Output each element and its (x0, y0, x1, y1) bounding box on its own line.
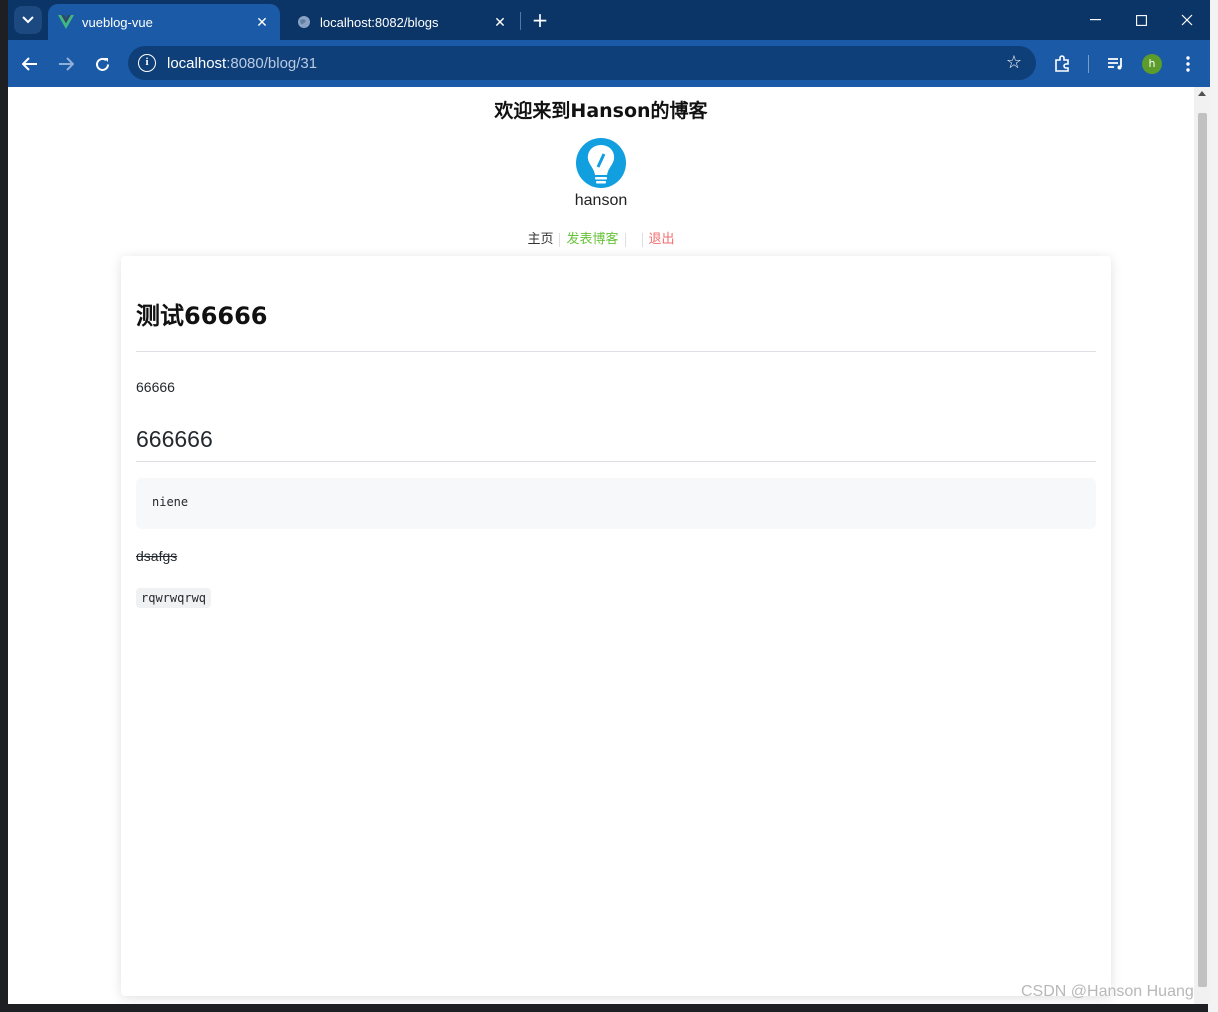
maximize-icon (1135, 14, 1147, 26)
arrow-left-icon (22, 57, 37, 71)
scrollbar-thumb[interactable] (1198, 113, 1207, 987)
username: hanson (574, 192, 628, 209)
more-vertical-icon (1186, 56, 1190, 72)
close-icon (1181, 14, 1193, 26)
strikethrough-text: dsafgs (136, 548, 178, 564)
extensions-button[interactable] (1048, 50, 1076, 78)
blog-detail-card: 测试66666 66666 666666 niene dsafgs rqwrwq… (121, 256, 1111, 996)
inline-code: rqwrwqrwq (136, 588, 212, 608)
nav-divider (624, 232, 626, 247)
page-viewport: 欢迎来到Hanson的博客 hanson 主页 发表博客 退出 测试66666 66… (8, 87, 1210, 1004)
new-tab-button[interactable]: + (528, 8, 552, 32)
vue-logo-icon (58, 14, 74, 30)
close-icon[interactable]: ✕ (254, 14, 270, 31)
arrow-right-icon (59, 57, 74, 71)
code-block-text: niene (152, 495, 189, 509)
forward-button[interactable] (52, 50, 80, 78)
globe-icon (296, 14, 312, 30)
tab-title: vueblog-vue (82, 14, 153, 30)
profile-avatar[interactable]: h (1142, 54, 1162, 74)
tab-search-button[interactable] (14, 6, 42, 34)
browser-menu-button[interactable] (1174, 50, 1202, 78)
maximize-button[interactable] (1118, 0, 1164, 40)
reading-list-button[interactable] (1102, 50, 1130, 78)
scroll-up-arrow-icon[interactable] (1198, 91, 1206, 96)
tab-title: localhost:8082/blogs (320, 14, 439, 30)
reload-icon (95, 57, 109, 71)
nav-logout-link[interactable]: 退出 (643, 228, 681, 247)
site-nav: 主页 发表博客 退出 (8, 228, 1194, 247)
url-text: localhost:8080/blog/31 (167, 55, 317, 72)
post-heading: 666666 (136, 426, 213, 452)
url-host: localhost (167, 54, 227, 72)
nav-publish-link[interactable]: 发表博客 (560, 228, 624, 247)
info-icon[interactable]: i (138, 54, 156, 72)
browser-window: vueblog-vue ✕ localhost:8082/blogs ✕ + i… (8, 0, 1210, 1004)
tab-blogs[interactable]: localhost:8082/blogs ✕ (286, 4, 518, 40)
heading-divider (136, 461, 1096, 462)
window-close-button[interactable] (1164, 0, 1210, 40)
back-button[interactable] (16, 50, 44, 78)
site-title: 欢迎来到Hanson的博客 (494, 100, 708, 122)
tab-divider (520, 12, 521, 30)
tab-vueblog[interactable]: vueblog-vue ✕ (48, 4, 280, 40)
address-bar[interactable]: i localhost:8080/blog/31 ☆ (128, 46, 1036, 80)
url-path: :8080/blog/31 (226, 54, 318, 72)
minimize-icon (1089, 19, 1101, 21)
site-logo[interactable] (575, 137, 627, 189)
nav-home-link[interactable]: 主页 (521, 228, 559, 247)
post-title: 测试66666 (136, 302, 268, 330)
lightbulb-icon (576, 138, 626, 188)
code-block: niene (136, 478, 1096, 529)
reload-button[interactable] (88, 50, 116, 78)
playlist-icon (1108, 58, 1122, 70)
vertical-scrollbar[interactable] (1194, 87, 1210, 1004)
title-divider (136, 351, 1096, 352)
browser-toolbar: i localhost:8080/blog/31 ☆ h (8, 40, 1210, 87)
watermark: CSDN @Hanson Huang (1021, 983, 1194, 1000)
minimize-button[interactable] (1072, 0, 1118, 40)
chevron-down-icon (22, 16, 34, 24)
close-icon[interactable]: ✕ (492, 14, 508, 31)
post-paragraph: 66666 (136, 379, 175, 395)
toolbar-divider (1088, 55, 1089, 73)
tab-strip: vueblog-vue ✕ localhost:8082/blogs ✕ + (8, 0, 1210, 40)
puzzle-icon (1055, 55, 1069, 72)
bookmark-star-icon[interactable]: ☆ (1006, 52, 1022, 73)
